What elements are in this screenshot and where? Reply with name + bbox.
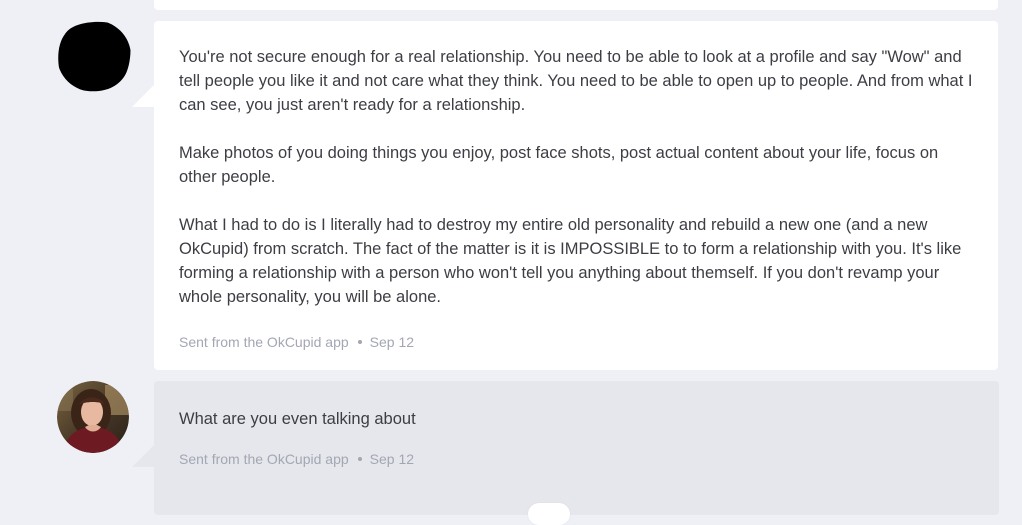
sender-avatar-redacted[interactable]: [57, 20, 131, 92]
scroll-to-bottom-button[interactable]: [528, 503, 570, 525]
separator-dot-icon: [357, 340, 362, 345]
message-paragraph: What are you even talking about: [179, 410, 416, 428]
message-source: Sent from the OkCupid app: [179, 334, 349, 350]
message-meta: Sent from the OkCupid app Sep 12: [179, 333, 973, 351]
message-paragraph: What I had to do is I literally had to d…: [179, 216, 962, 306]
previous-message-bubble: [154, 0, 998, 10]
user-avatar[interactable]: [57, 381, 129, 453]
user-photo-avatar-icon: [57, 381, 129, 453]
message-date: Sep 12: [369, 451, 415, 467]
sent-message-bubble: What are you even talking about Sent fro…: [132, 381, 999, 515]
message-paragraph: You're not secure enough for a real rela…: [179, 48, 973, 114]
redacted-avatar-icon: [58, 21, 131, 92]
message-meta: Sent from the OkCupid app Sep 12: [179, 450, 974, 468]
bubble-tail: [132, 85, 154, 107]
message-date: Sep 12: [369, 334, 415, 350]
message-source: Sent from the OkCupid app: [179, 451, 349, 467]
separator-dot-icon: [357, 457, 362, 462]
message-paragraph: Make photos of you doing things you enjo…: [179, 144, 939, 186]
received-message-bubble: You're not secure enough for a real rela…: [132, 21, 998, 370]
bubble-tail: [132, 445, 154, 467]
